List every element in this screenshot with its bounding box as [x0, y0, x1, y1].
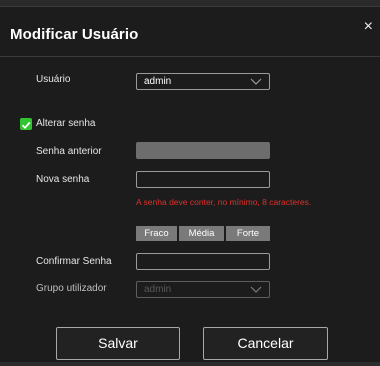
- check-icon: [21, 121, 31, 130]
- bottom-border: [0, 362, 380, 366]
- group-label: Grupo utilizador: [36, 283, 107, 294]
- dialog-title: Modificar Usuário: [10, 26, 139, 43]
- password-strength-meter: Fraco Média Forte: [136, 226, 270, 241]
- cancel-button[interactable]: Cancelar: [203, 327, 328, 360]
- password-error-text: A senha deve conter, no mínimo, 8 caract…: [136, 197, 312, 207]
- top-border: [0, 0, 380, 7]
- close-icon[interactable]: ×: [364, 19, 373, 35]
- user-select[interactable]: admin: [136, 73, 270, 90]
- new-password-field[interactable]: [136, 171, 270, 188]
- confirm-password-label: Confirmar Senha: [36, 256, 112, 267]
- change-password-checkbox[interactable]: [20, 118, 32, 130]
- strength-strong: Forte: [226, 226, 270, 241]
- group-select: admin: [136, 281, 270, 298]
- confirm-password-field[interactable]: [136, 253, 270, 270]
- old-password-label: Senha anterior: [36, 146, 102, 157]
- dialog-header: Modificar Usuário ×: [0, 7, 380, 57]
- user-select-value: admin: [144, 76, 172, 87]
- strength-weak: Fraco: [136, 226, 177, 241]
- chevron-down-icon: [250, 286, 262, 293]
- change-password-label: Alterar senha: [36, 118, 96, 129]
- old-password-field: [136, 142, 270, 159]
- new-password-label: Nova senha: [36, 174, 90, 185]
- chevron-down-icon: [250, 78, 262, 85]
- save-button[interactable]: Salvar: [56, 327, 180, 360]
- strength-medium: Média: [179, 226, 224, 241]
- group-select-value: admin: [144, 284, 172, 295]
- user-label: Usuário: [36, 74, 71, 85]
- modify-user-dialog: Modificar Usuário × Usuário admin Altera…: [0, 7, 380, 366]
